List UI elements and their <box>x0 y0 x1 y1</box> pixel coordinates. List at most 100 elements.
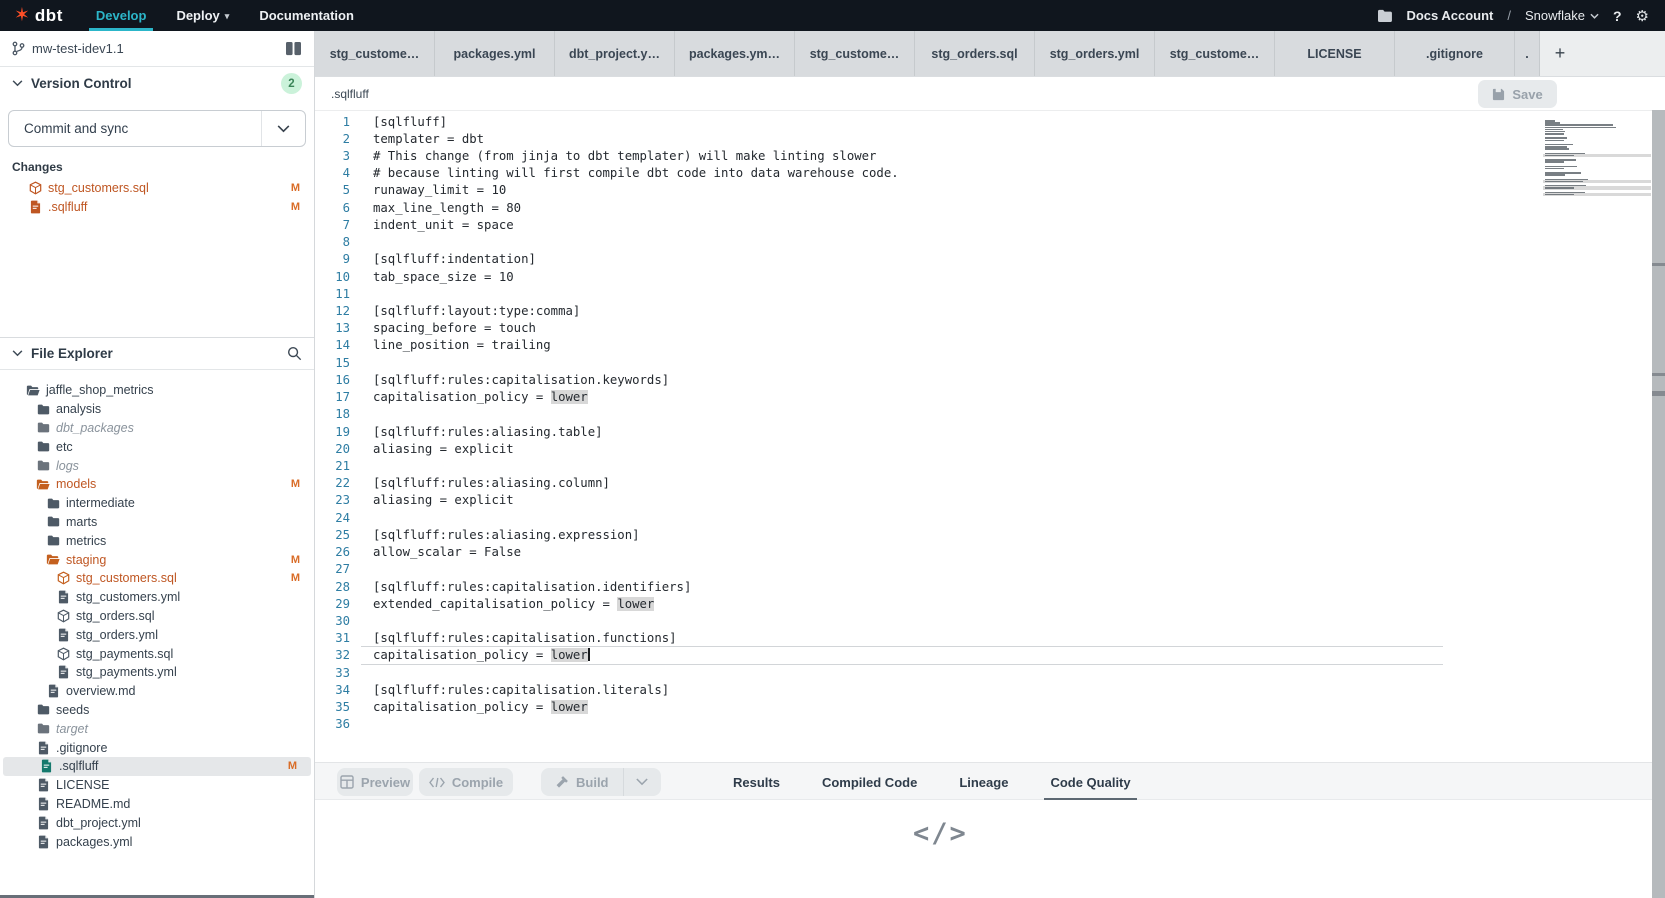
tree-item-dbt-packages[interactable]: dbt_packages <box>0 419 314 438</box>
line-text: [sqlfluff:rules:aliasing.table] <box>373 425 603 439</box>
minimap[interactable] <box>1543 120 1653 260</box>
new-tab-button[interactable]: + <box>1540 31 1580 76</box>
open-file-name: .sqlfluff <box>331 87 369 101</box>
line-text: [sqlfluff:rules:capitalisation.functions… <box>373 631 677 645</box>
tree-item-staging[interactable]: stagingM <box>0 550 314 569</box>
file-tab[interactable]: stg_custome… <box>1155 31 1275 76</box>
modified-status-badge: M <box>291 201 300 213</box>
branch-name: mw-test-idev1.1 <box>32 41 124 56</box>
split-panes-icon[interactable] <box>285 41 302 56</box>
code-line: 4# because linting will first compile db… <box>315 165 1665 182</box>
tree-item-readme-md[interactable]: README.md <box>0 795 314 814</box>
line-text: runaway_limit = 10 <box>373 183 506 197</box>
line-text: aliasing = explicit <box>373 493 514 507</box>
tree-item-overview-md[interactable]: overview.md <box>0 682 314 701</box>
code-line: 21 <box>315 457 1665 474</box>
commit-and-sync-button[interactable]: Commit and sync <box>8 110 306 147</box>
tree-item-analysis[interactable]: analysis <box>0 400 314 419</box>
tree-item-label: logs <box>56 459 79 473</box>
tree-item-packages-yml[interactable]: packages.yml <box>0 832 314 851</box>
line-number: 18 <box>315 407 373 421</box>
tree-item-stg-payments-yml[interactable]: stg_payments.yml <box>0 663 314 682</box>
vertical-scrollbar[interactable] <box>1652 110 1665 898</box>
save-button[interactable]: Save <box>1478 80 1557 108</box>
file-tab[interactable]: packages.yml <box>435 31 555 76</box>
compile-button[interactable]: Compile <box>419 768 513 796</box>
preview-button[interactable]: Preview <box>337 768 413 796</box>
minimap-line <box>1545 133 1564 135</box>
file-tab[interactable]: dbt_project.y… <box>555 31 675 76</box>
build-button[interactable]: Build <box>541 768 623 796</box>
tree-item-label: seeds <box>56 703 89 717</box>
tree-item--sqlfluff[interactable]: .sqlfluffM <box>3 757 311 776</box>
floppy-save-icon <box>1492 88 1505 101</box>
tree-item-models[interactable]: modelsM <box>0 475 314 494</box>
file-tab[interactable]: stg_custome… <box>315 31 435 76</box>
file-tab[interactable]: stg_orders.yml <box>1035 31 1155 76</box>
line-text: [sqlfluff:layout:type:comma] <box>373 304 580 318</box>
line-number: 26 <box>315 545 373 559</box>
help-button[interactable]: ? <box>1613 8 1622 24</box>
chevron-down-icon <box>12 350 23 357</box>
account-menu[interactable]: Docs Account <box>1406 8 1493 23</box>
overflow-file-tab[interactable]: . <box>1515 31 1540 76</box>
changed-file-row[interactable]: stg_customers.sqlM <box>0 178 314 197</box>
line-number: 7 <box>315 218 373 232</box>
tree-item-target[interactable]: target <box>0 719 314 738</box>
build-options-chevron[interactable] <box>623 768 661 796</box>
search-icon[interactable] <box>287 346 302 361</box>
dbt-logo-icon: ✶ <box>14 6 30 25</box>
tree-item-marts[interactable]: marts <box>0 513 314 532</box>
file-tab[interactable]: stg_custome… <box>795 31 915 76</box>
file-tab[interactable]: packages.ym… <box>675 31 795 76</box>
sidebar: mw-test-idev1.1 Version Control 2 Commit… <box>0 31 315 898</box>
code-line: 26allow_scalar = False <box>315 543 1665 560</box>
tree-item-seeds[interactable]: seeds <box>0 701 314 720</box>
panel-tab-code-quality[interactable]: Code Quality <box>1044 763 1136 801</box>
line-number: 11 <box>315 287 373 301</box>
tree-item-stg-customers-sql[interactable]: stg_customers.sqlM <box>0 569 314 588</box>
file-tab[interactable]: .gitignore <box>1395 31 1515 76</box>
nav-item-develop[interactable]: Develop <box>81 0 162 31</box>
code-line: 33 <box>315 664 1665 681</box>
nav-item-deploy[interactable]: Deploy▾ <box>161 0 244 31</box>
tree-item-logs[interactable]: logs <box>0 456 314 475</box>
file-tabs: stg_custome…packages.ymldbt_project.y…pa… <box>315 31 1515 76</box>
file-explorer-header[interactable]: File Explorer <box>0 338 314 370</box>
tree-item-intermediate[interactable]: intermediate <box>0 494 314 513</box>
code-area: 1[sqlfluff]2templater = dbt3# This chang… <box>315 113 1665 733</box>
tree-item-stg-payments-sql[interactable]: stg_payments.sql <box>0 644 314 663</box>
tree-item-stg-customers-yml[interactable]: stg_customers.yml <box>0 588 314 607</box>
tree-item-stg-orders-yml[interactable]: stg_orders.yml <box>0 625 314 644</box>
minimap-line <box>1545 161 1564 163</box>
file-tab[interactable]: stg_orders.sql <box>915 31 1035 76</box>
folder-icon <box>36 441 50 452</box>
folder-icon <box>36 422 50 433</box>
panel-tab-lineage[interactable]: Lineage <box>953 763 1014 801</box>
tree-item-dbt-project-yml[interactable]: dbt_project.yml <box>0 813 314 832</box>
dbt-logo[interactable]: ✶ dbt <box>0 0 81 31</box>
line-number: 6 <box>315 201 373 215</box>
panel-tab-compiled-code[interactable]: Compiled Code <box>816 763 923 801</box>
tree-item-jaffle-shop-metrics[interactable]: jaffle_shop_metrics <box>0 381 314 400</box>
tree-item-stg-orders-sql[interactable]: stg_orders.sql <box>0 607 314 626</box>
tree-item-license[interactable]: LICENSE <box>0 776 314 795</box>
changed-file-row[interactable]: .sqlfluffM <box>0 197 314 216</box>
file-tab[interactable]: LICENSE <box>1275 31 1395 76</box>
version-control-header[interactable]: Version Control 2 <box>0 67 314 100</box>
commit-options-chevron[interactable] <box>261 111 305 146</box>
connection-menu[interactable]: Snowflake <box>1525 8 1599 23</box>
tree-item-etc[interactable]: etc <box>0 437 314 456</box>
code-editor[interactable]: 1[sqlfluff]2templater = dbt3# This chang… <box>315 111 1665 762</box>
panel-tab-results[interactable]: Results <box>727 763 786 801</box>
gear-icon[interactable]: ⚙ <box>1636 7 1649 25</box>
line-number: 21 <box>315 459 373 473</box>
file-doc-icon <box>46 684 60 698</box>
code-line: 25[sqlfluff:rules:aliasing.expression] <box>315 526 1665 543</box>
minimap-line <box>1545 174 1565 176</box>
line-number: 3 <box>315 149 373 163</box>
tree-item-metrics[interactable]: metrics <box>0 531 314 550</box>
tree-item--gitignore[interactable]: .gitignore <box>0 738 314 757</box>
nav-item-documentation[interactable]: Documentation <box>244 0 369 31</box>
line-number: 33 <box>315 666 373 680</box>
